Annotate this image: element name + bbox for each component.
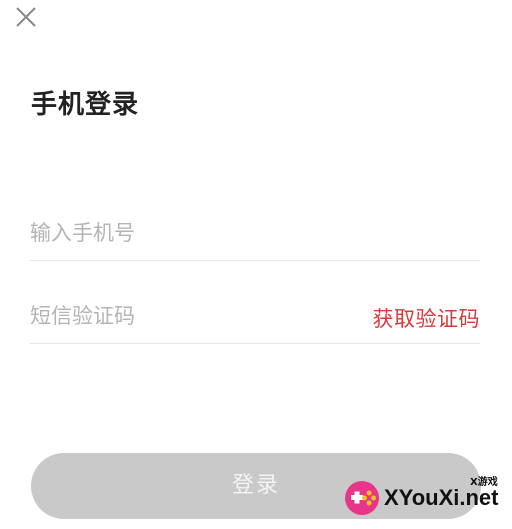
watermark-text: XYouXi.net [384, 485, 499, 510]
gamepad-logo-icon [345, 481, 379, 515]
phone-input[interactable] [30, 208, 330, 258]
close-icon [16, 7, 36, 27]
phone-field [30, 208, 480, 261]
get-code-button[interactable]: 获取验证码 [373, 303, 481, 333]
close-button[interactable] [12, 3, 40, 31]
code-field: 获取验证码 [30, 291, 480, 344]
watermark: X游戏 XYouXi.net [340, 470, 510, 526]
sms-code-input[interactable] [30, 291, 330, 341]
page-title: 手机登录 [31, 90, 140, 120]
